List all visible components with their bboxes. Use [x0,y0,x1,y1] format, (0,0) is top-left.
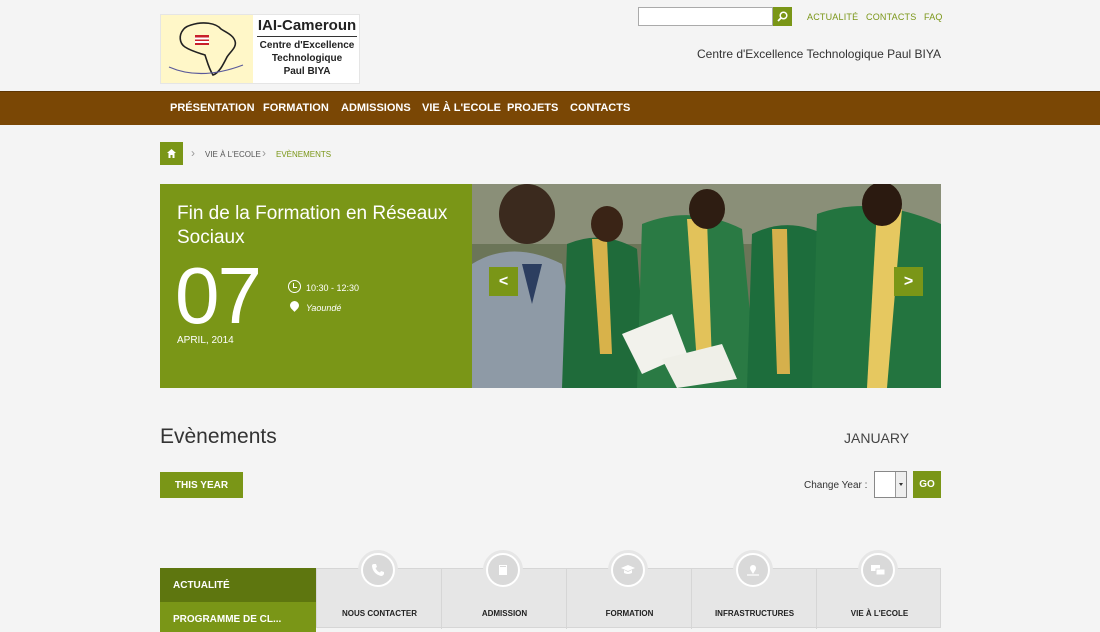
tile-label: INFRASTRUCTURES [714,609,795,618]
nav-item-contacts[interactable]: CONTACTS [570,102,630,114]
tile-formation[interactable]: FORMATION [567,550,692,629]
event-title[interactable]: Fin de la Formation en Réseaux Sociaux [177,202,457,250]
toplink-faq[interactable]: FAQ [924,12,943,22]
event-day: 07 [175,251,262,340]
this-year-button[interactable]: THIS YEAR [160,472,243,498]
breadcrumb-vie-a-lecole[interactable]: VIE À L'ECOLE [205,150,261,159]
site-header: IAI-Cameroun Centre d'Excellence Technol… [0,0,1100,91]
breadcrumb-chevron-icon: › [191,146,195,160]
clock-icon [288,280,301,293]
main-nav: PRÉSENTATION FORMATION ADMISSIONS VIE À … [0,91,1100,125]
nav-item-formation[interactable]: FORMATION [263,102,329,114]
nav-item-admissions[interactable]: ADMISSIONS [341,102,411,114]
sidebar-item-programme[interactable]: PROGRAMME DE CL... [160,602,316,632]
chevron-left-icon: < [498,272,509,290]
site-tagline: Centre d'Excellence Technologique Paul B… [696,47,941,61]
events-section-title: Evènements [160,425,277,448]
toplink-contacts[interactable]: CONTACTS [866,12,916,22]
tile-infrastructures[interactable]: INFRASTRUCTURES [692,550,817,629]
event-place: Yaoundé [306,303,342,313]
search-input[interactable] [638,7,773,26]
featured-event-panel: Fin de la Formation en Réseaux Sociaux 0… [160,184,472,388]
event-photo [472,184,941,388]
tile-label: FORMATION [605,609,654,618]
site-logo[interactable]: IAI-Cameroun Centre d'Excellence Technol… [160,14,360,84]
slider-next-button[interactable]: > [894,267,923,296]
tile-admission[interactable]: ADMISSION [442,550,567,629]
book-icon [488,555,518,585]
breadcrumb-home-button[interactable] [160,142,183,165]
chevron-right-icon: > [903,272,914,290]
breadcrumb-current: EVÈNEMENTS [276,150,332,159]
tile-nous-contacter[interactable]: NOUS CONTACTER [317,550,442,629]
logo-subtitle-line-2: Technologique [271,53,343,64]
tile-icon-wrap [358,550,398,590]
map-pin-icon [738,555,768,585]
dropdown-arrow-icon [895,472,906,497]
home-icon [167,149,176,158]
location-pin-icon [288,299,301,312]
tile-icon-wrap [733,550,773,590]
nav-item-projets[interactable]: PROJETS [507,102,558,114]
tile-vie-a-lecole[interactable]: VIE À L'ECOLE [817,550,942,629]
event-month-year: APRIL, 2014 [177,335,234,346]
logo-subtitle-line-1: Centre d'Excellence [259,40,355,51]
tile-label: ADMISSION [481,609,528,618]
change-year-label: Change Year : [804,480,868,491]
year-select[interactable] [874,471,907,498]
sidebar-item-actualite[interactable]: ACTUALITÉ [160,568,316,602]
search-button[interactable] [773,7,792,26]
phone-icon [363,555,393,585]
graduation-cap-icon [613,555,643,585]
tile-icon-wrap [608,550,648,590]
current-month-label: JANUARY [844,430,910,446]
breadcrumb-chevron-icon: › [262,146,266,160]
toplink-actualite[interactable]: ACTUALITÉ [807,12,858,22]
nav-item-vie-a-lecole[interactable]: VIE À L'ECOLE [422,102,501,114]
slider-prev-button[interactable]: < [489,267,518,296]
quick-links-bar: NOUS CONTACTER ADMISSION FORMATION INFRA… [316,550,942,629]
tile-label: NOUS CONTACTER [342,609,417,618]
chat-icon [863,555,893,585]
tile-icon-wrap [858,550,898,590]
go-button[interactable]: GO [913,471,941,498]
logo-title: IAI-Cameroun [257,17,357,37]
logo-text: IAI-Cameroun Centre d'Excellence Technol… [257,17,357,78]
africa-map-logo-icon [161,15,253,83]
event-time: 10:30 - 12:30 [306,283,360,293]
tile-icon-wrap [483,550,523,590]
nav-item-presentation[interactable]: PRÉSENTATION [170,102,255,114]
tile-label: VIE À L'ECOLE [850,609,909,618]
logo-subtitle-line-3: Paul BIYA [283,66,331,77]
search-icon [777,11,788,22]
